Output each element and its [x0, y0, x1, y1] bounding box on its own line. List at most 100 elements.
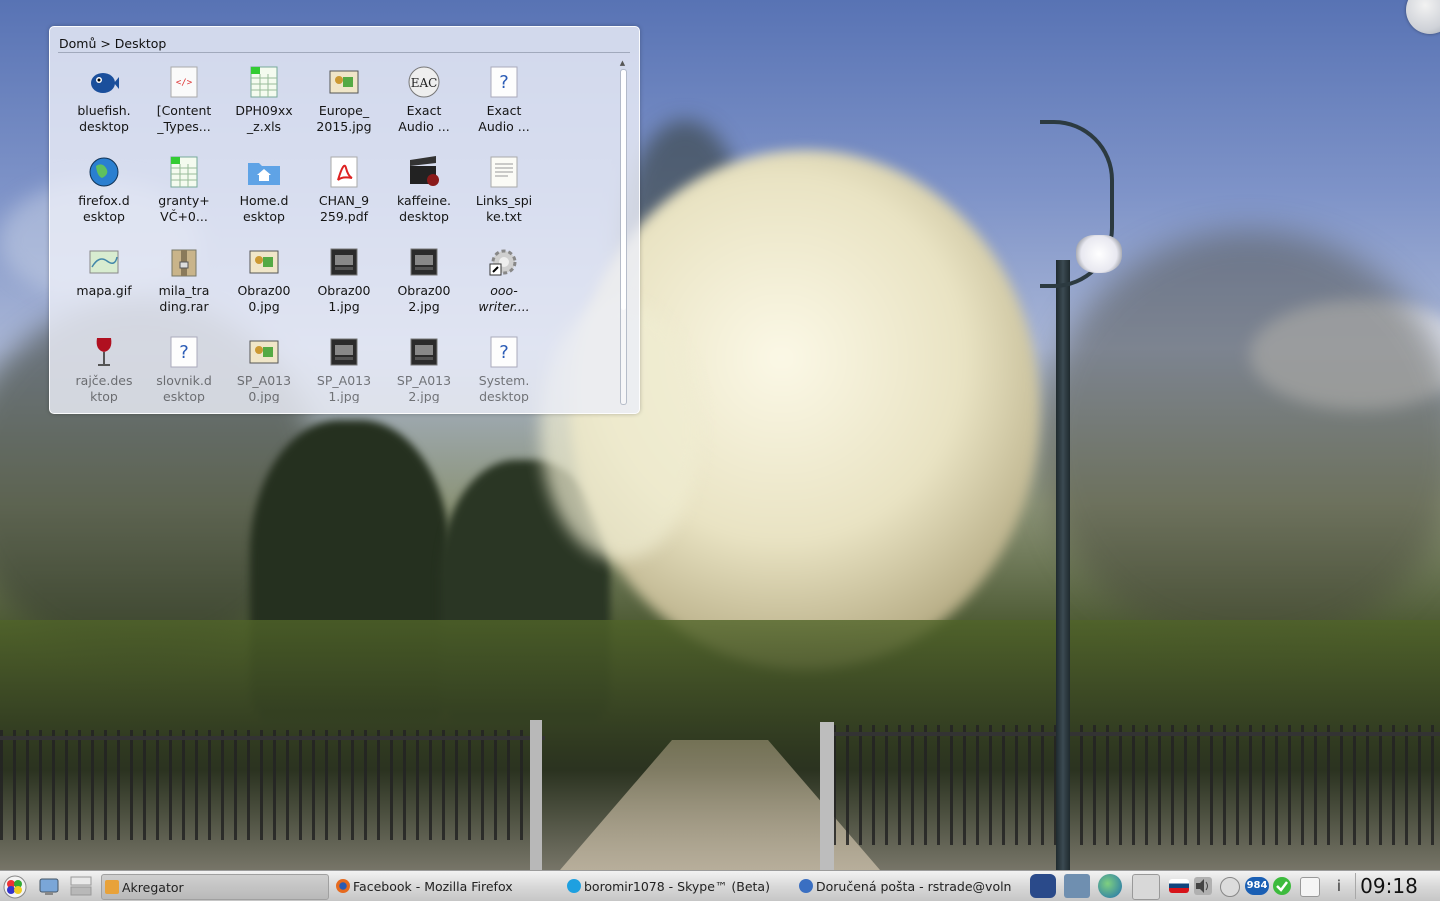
unknown-file-icon: ? [167, 335, 201, 369]
pdf-icon [327, 155, 361, 189]
home-folder-icon [247, 155, 281, 189]
file-label: granty+ VČ+0... [158, 193, 210, 224]
svg-text:</>: </> [176, 78, 193, 88]
volume-icon[interactable] [1194, 877, 1212, 895]
file-label: DPH09xx _z.xls [235, 103, 293, 134]
dark-image-icon [327, 245, 361, 279]
file-label: Obraz00 1.jpg [317, 283, 371, 314]
globe-icon [87, 155, 121, 189]
folder-view-widget: Domů > Desktop bluefish. desktop </> [Cont… [49, 26, 640, 414]
spreadsheet-icon [167, 155, 201, 189]
smiley-tray-icon[interactable] [1220, 877, 1240, 897]
task-label: Akregator [122, 879, 184, 895]
archive-icon [167, 245, 201, 279]
file-label: mila_tra ding.rar [158, 283, 210, 314]
task-label: boromir1078 - Skype™ (Beta) [584, 878, 770, 894]
bluefish-icon [87, 65, 121, 99]
file-item[interactable]: SP_A013 0.jpg [224, 333, 304, 403]
unknown-file-icon: ? [487, 335, 521, 369]
network-tray-icon[interactable] [1064, 874, 1090, 898]
file-label: firefox.d esktop [78, 193, 130, 224]
show-desktop-icon[interactable] [38, 875, 60, 897]
mail-notify-tray-icon[interactable] [1132, 874, 1160, 900]
taskbar: Akregator Facebook - Mozilla Firefox bor… [0, 870, 1440, 901]
file-label: Obraz00 0.jpg [237, 283, 291, 314]
globe-tray-icon[interactable] [1098, 874, 1122, 898]
akregator-icon [105, 880, 119, 894]
gear-link-icon [487, 245, 521, 279]
task-mail[interactable]: Doručená pošta - rstrade@voln [799, 874, 1019, 898]
file-label: mapa.gif [76, 283, 132, 298]
file-item[interactable]: </> [Content _Types... [144, 63, 224, 153]
file-item[interactable]: SP_A013 1.jpg [304, 333, 384, 403]
info-icon[interactable]: i [1332, 876, 1346, 896]
file-item[interactable]: Obraz00 1.jpg [304, 243, 384, 333]
dark-image-icon [407, 245, 441, 279]
file-item[interactable]: mapa.gif [64, 243, 144, 333]
scroll-track[interactable] [620, 69, 627, 405]
task-label: Facebook - Mozilla Firefox [353, 878, 513, 894]
breadcrumb[interactable]: Domů > Desktop [59, 36, 166, 51]
task-skype[interactable]: boromir1078 - Skype™ (Beta) [567, 874, 789, 898]
file-item[interactable]: CHAN_9 259.pdf [304, 153, 384, 243]
eac-icon: EAC [407, 65, 441, 99]
file-label: Obraz00 2.jpg [397, 283, 451, 314]
file-icon-grid: bluefish. desktop </> [Content _Types... DP… [64, 63, 604, 403]
file-item[interactable]: Links_spi ke.txt [464, 153, 544, 243]
svg-text:?: ? [499, 72, 509, 93]
breadcrumb-divider [58, 52, 630, 53]
file-item[interactable]: ? slovnik.d esktop [144, 333, 224, 403]
pager-icon[interactable] [70, 875, 92, 897]
file-item[interactable]: Obraz00 0.jpg [224, 243, 304, 333]
scroll-thumb[interactable] [621, 70, 626, 310]
image-thumbnail-icon [327, 65, 361, 99]
file-label: SP_A013 0.jpg [236, 373, 292, 403]
image-thumbnail-icon [247, 245, 281, 279]
file-item[interactable]: Home.d esktop [224, 153, 304, 243]
skype-icon [567, 879, 581, 893]
svg-text:?: ? [499, 342, 509, 363]
file-item[interactable]: ooo- writer.... [464, 243, 544, 333]
clipboard-icon[interactable] [1300, 877, 1320, 897]
file-item[interactable]: ? System. desktop [464, 333, 544, 403]
task-akregator[interactable]: Akregator [101, 874, 329, 900]
clock[interactable]: 09:18 [1355, 873, 1422, 899]
task-label: Doručená pošta - rstrade@voln [816, 878, 1012, 894]
bluefish-tray-icon[interactable] [1030, 874, 1056, 898]
file-item[interactable]: bluefish. desktop [64, 63, 144, 153]
text-file-icon [487, 155, 521, 189]
svg-text:?: ? [179, 342, 189, 363]
file-label: Links_spi ke.txt [475, 193, 533, 224]
file-item[interactable]: kaffeine. desktop [384, 153, 464, 243]
spreadsheet-icon [247, 65, 281, 99]
map-image-icon [87, 245, 121, 279]
file-item[interactable]: granty+ VČ+0... [144, 153, 224, 243]
check-tray-icon[interactable] [1273, 877, 1291, 895]
scroll-up-arrow-icon[interactable]: ▲ [618, 59, 627, 67]
badge-tray-icon[interactable]: 984 [1245, 877, 1269, 895]
file-label: SP_A013 1.jpg [316, 373, 372, 403]
file-label: Europe_ 2015.jpg [316, 103, 372, 134]
file-item[interactable]: EAC Exact Audio ... [384, 63, 464, 153]
mail-icon [799, 879, 813, 893]
file-item[interactable]: SP_A013 2.jpg [384, 333, 464, 403]
xml-file-icon: </> [167, 65, 201, 99]
file-item[interactable]: Obraz00 2.jpg [384, 243, 464, 333]
file-label: SP_A013 2.jpg [396, 373, 452, 403]
file-label: bluefish. desktop [77, 103, 131, 134]
image-thumbnail-icon [247, 335, 281, 369]
file-item[interactable]: firefox.d esktop [64, 153, 144, 243]
file-item[interactable]: DPH09xx _z.xls [224, 63, 304, 153]
file-label: CHAN_9 259.pdf [318, 193, 370, 224]
file-item[interactable]: mila_tra ding.rar [144, 243, 224, 333]
file-item[interactable]: Europe_ 2015.jpg [304, 63, 384, 153]
file-label: rajče.des ktop [75, 373, 133, 403]
firefox-icon [336, 879, 350, 893]
file-label: Exact Audio ... [478, 103, 530, 134]
file-item[interactable]: rajče.des ktop [64, 333, 144, 403]
keyboard-layout-flag-icon[interactable] [1169, 879, 1189, 893]
kde-menu-icon[interactable] [3, 875, 27, 899]
task-firefox[interactable]: Facebook - Mozilla Firefox [336, 874, 558, 898]
scrollbar[interactable]: ▲ [618, 59, 627, 405]
file-item[interactable]: ? Exact Audio ... [464, 63, 544, 153]
